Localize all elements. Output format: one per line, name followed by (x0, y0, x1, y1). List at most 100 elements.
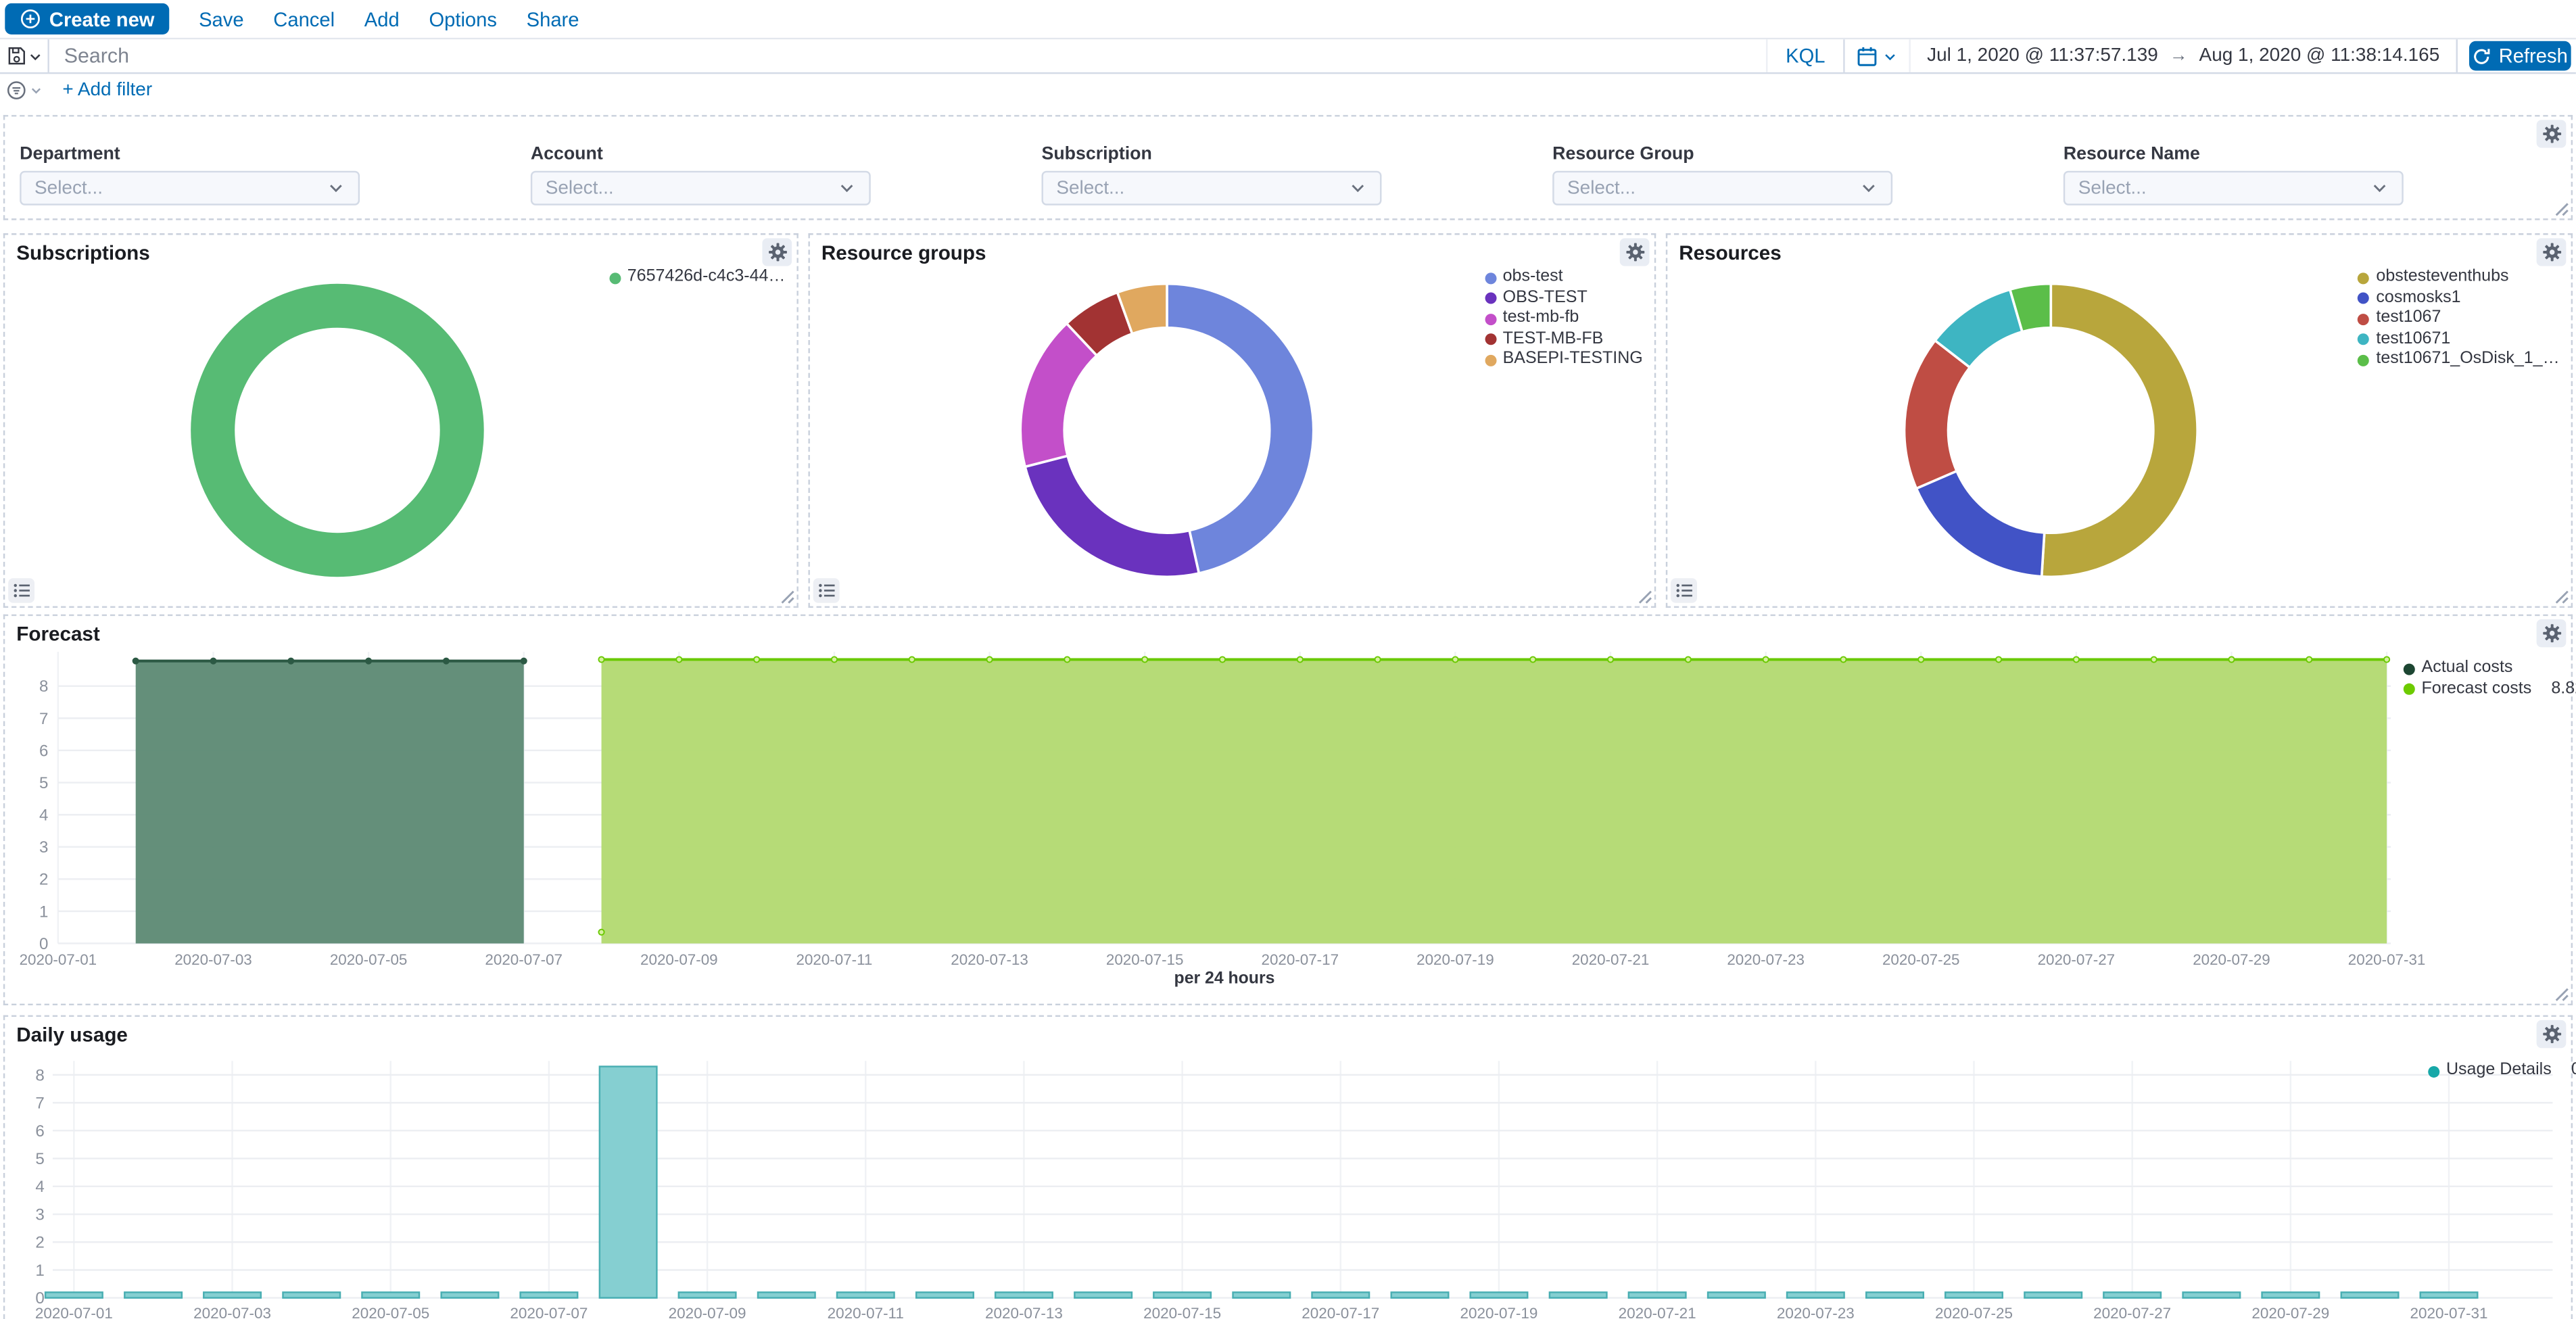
donut-segment-7657426d-c4c3-44[interactable] (213, 306, 462, 554)
resource-name-select[interactable]: Select... (2064, 171, 2404, 206)
panel-settings-button[interactable] (762, 238, 792, 266)
panel-settings-button[interactable] (1620, 238, 1650, 266)
legend-item-test10671[interactable]: test10671 (2358, 331, 2560, 347)
legend-item-obs-test[interactable]: OBS-TEST (1485, 290, 1643, 306)
bar-2020-07-26[interactable] (2024, 1292, 2082, 1297)
bar-2020-07-17[interactable] (1312, 1292, 1369, 1297)
save-query-icon (6, 46, 26, 66)
bar-2020-07-19[interactable] (1471, 1292, 1528, 1297)
donut-segment-test1067[interactable] (1905, 341, 1970, 489)
bar-2020-07-14[interactable] (1074, 1292, 1132, 1297)
legend-toggle-button[interactable] (8, 578, 34, 602)
bar-2020-07-25[interactable] (1945, 1292, 2003, 1297)
resize-handle-icon (780, 590, 795, 604)
account-select[interactable]: Select... (531, 171, 871, 206)
bar-2020-07-05[interactable] (362, 1292, 419, 1297)
kibana-dashboard: Create new Save Cancel Add Options Share KQL… (0, 0, 2576, 1319)
legend-toggle-button[interactable] (1671, 578, 1697, 602)
bar-2020-07-23[interactable] (1787, 1292, 1844, 1297)
bar-2020-07-08[interactable] (600, 1067, 657, 1298)
bar-2020-07-07[interactable] (521, 1292, 578, 1297)
legend-item-cosmosks1[interactable]: cosmosks1 (2358, 290, 2560, 306)
legend-item-obs-test[interactable]: obs-test (1485, 269, 1643, 285)
bar-2020-07-09[interactable] (679, 1292, 736, 1297)
bar-2020-07-20[interactable] (1550, 1292, 1607, 1297)
bar-2020-07-04[interactable] (283, 1292, 340, 1297)
subscription-select[interactable]: Select... (1041, 171, 1381, 206)
svg-text:2020-07-13: 2020-07-13 (951, 951, 1028, 968)
bar-2020-07-21[interactable] (1629, 1292, 1686, 1297)
panel-settings-button[interactable] (2537, 1020, 2567, 1048)
control-label-subscription: Subscription (1041, 145, 1151, 164)
svg-text:2020-07-29: 2020-07-29 (2251, 1305, 2329, 1319)
bar-2020-07-12[interactable] (916, 1292, 974, 1297)
legend-toggle-button[interactable] (813, 578, 840, 602)
bar-2020-07-29[interactable] (2262, 1292, 2320, 1297)
panel-settings-button[interactable] (2537, 120, 2567, 147)
bar-2020-07-31[interactable] (2420, 1292, 2478, 1297)
legend-item-forecast-costs[interactable]: Forecast costs8.824 (2404, 681, 2563, 697)
create-new-button[interactable]: Create new (5, 3, 169, 34)
saved-query-menu-button[interactable] (0, 39, 49, 72)
bar-2020-07-01[interactable] (45, 1292, 103, 1297)
department-select[interactable]: Select... (20, 171, 360, 206)
svg-text:2020-07-21: 2020-07-21 (1619, 1305, 1696, 1319)
panel-resize-handle[interactable] (2551, 984, 2569, 1002)
search-input[interactable] (49, 39, 1766, 72)
nav-link-add[interactable]: Add (364, 7, 400, 30)
nav-link-save[interactable]: Save (199, 7, 243, 30)
bar-2020-07-03[interactable] (204, 1292, 261, 1297)
bar-2020-07-18[interactable] (1391, 1292, 1449, 1297)
donut-segment-cosmosks1[interactable] (1916, 471, 2044, 577)
bar-2020-07-10[interactable] (758, 1292, 815, 1297)
legend-item-usage-details[interactable]: Usage Details0 (2428, 1063, 2562, 1079)
forecast-area-chart: 0123456782020-07-012020-07-032020-07-052… (5, 616, 2571, 1003)
nav-link-options[interactable]: Options (429, 7, 496, 30)
date-from[interactable]: Jul 1, 2020 @ 11:37:57.139 (1927, 46, 2158, 66)
nav-link-cancel[interactable]: Cancel (273, 7, 335, 30)
panel-resize-handle[interactable] (2551, 199, 2569, 217)
resource-group-select[interactable]: Select... (1552, 171, 1892, 206)
refresh-button[interactable]: Refresh (2469, 41, 2571, 71)
legend-label: cosmosks1 (2376, 290, 2460, 306)
date-to[interactable]: Aug 1, 2020 @ 11:38:14.165 (2199, 46, 2440, 66)
panel-resize-handle[interactable] (1635, 586, 1653, 604)
legend-item-obstesteventhubs[interactable]: obstesteventhubs (2358, 269, 2560, 285)
gear-icon (2541, 123, 2562, 145)
bar-2020-07-11[interactable] (837, 1292, 895, 1297)
bar-2020-07-22[interactable] (1708, 1292, 1765, 1297)
legend-item-test1067[interactable]: test1067 (2358, 310, 2560, 327)
legend-item-basepi-testing[interactable]: BASEPI-TESTING (1485, 352, 1643, 368)
chart-legend: Actual costs Forecast costs8.824 (2404, 661, 2563, 698)
legend-item-test-mb-fb[interactable]: TEST-MB-FB (1485, 331, 1643, 347)
bar-2020-07-28[interactable] (2183, 1292, 2241, 1297)
donut-segment-obs-test[interactable] (1025, 456, 1199, 577)
bar-2020-07-27[interactable] (2103, 1292, 2161, 1297)
panel-resize-handle[interactable] (2551, 586, 2569, 604)
bar-2020-07-15[interactable] (1153, 1292, 1211, 1297)
panel-settings-button[interactable] (2537, 619, 2567, 647)
panel-settings-button[interactable] (2537, 238, 2567, 266)
legend-dot-icon (2358, 313, 2370, 325)
donut-segment-obstesteventhubs[interactable] (2042, 284, 2197, 577)
bar-2020-07-24[interactable] (1866, 1292, 1924, 1297)
area-series-forecast-costs (598, 656, 2389, 943)
legend-item-test10671-osdisk-1[interactable]: test10671_OsDisk_1_… (2358, 352, 2560, 368)
bar-2020-07-16[interactable] (1233, 1292, 1291, 1297)
legend-item-actual-costs[interactable]: Actual costs (2404, 661, 2563, 677)
legend-item-test-mb-fb[interactable]: test-mb-fb (1485, 310, 1643, 327)
nav-link-share[interactable]: Share (527, 7, 579, 30)
legend-item-7657426d-c4c3-44[interactable]: 7657426d-c4c3-44… (609, 269, 785, 285)
bar-2020-07-06[interactable] (442, 1292, 499, 1297)
select-placeholder: Select... (546, 178, 838, 198)
bar-2020-07-13[interactable] (995, 1292, 1053, 1297)
gear-icon (2541, 241, 2562, 263)
bar-2020-07-30[interactable] (2341, 1292, 2399, 1297)
add-filter-button[interactable]: + Add filter (62, 80, 152, 99)
kql-button[interactable]: KQL (1766, 39, 1845, 72)
panel-title: Forecast (16, 623, 99, 646)
calendar-button[interactable] (1845, 39, 1911, 72)
panel-resize-handle[interactable] (777, 586, 795, 604)
filter-set-menu-button[interactable] (7, 80, 43, 99)
bar-2020-07-02[interactable] (124, 1292, 182, 1297)
